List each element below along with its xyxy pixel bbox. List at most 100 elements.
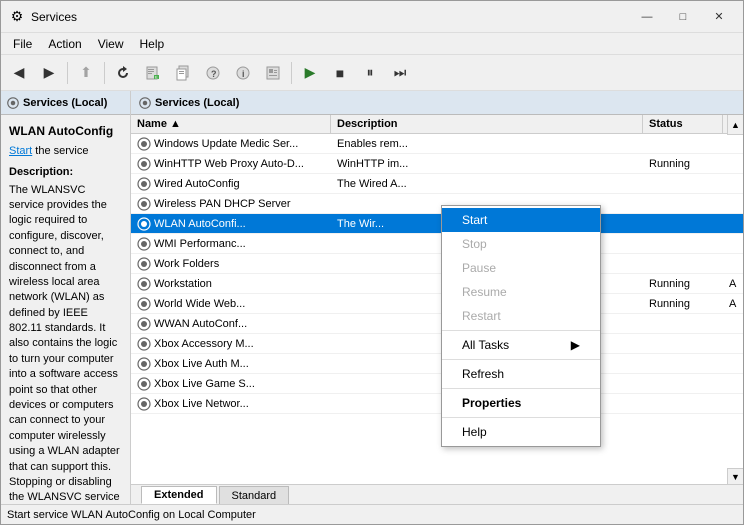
ctx-all-tasks[interactable]: All Tasks ▶ [442,333,600,357]
ctx-refresh[interactable]: Refresh [442,362,600,386]
start-link[interactable]: Start [9,145,32,157]
copy-icon [175,65,191,81]
table-row[interactable]: Xbox Live Networ... [131,394,743,414]
table-row[interactable]: Wireless PAN DHCP Server [131,194,743,214]
cell-desc: Enables rem... [331,134,643,154]
info-button[interactable]: i [229,60,257,86]
properties-button[interactable] [259,60,287,86]
table-row[interactable]: Windows Update Medic Ser... Enables rem.… [131,134,743,154]
table-row[interactable]: WMI Performanc... [131,234,743,254]
table-row[interactable]: Xbox Live Game S... [131,374,743,394]
back-button[interactable]: ◀ [5,60,33,86]
table-row[interactable]: WWAN AutoConf... [131,314,743,334]
cell-name: Xbox Live Game S... [131,374,331,394]
play-button[interactable]: ▶ [296,60,324,86]
cell-startup [723,214,743,234]
cell-status [643,314,723,334]
help-btn[interactable]: ? [199,60,227,86]
cell-startup [723,374,743,394]
ctx-restart[interactable]: Restart [442,304,600,328]
cell-startup [723,394,743,414]
col-name[interactable]: Name ▲ [131,115,331,133]
up-button[interactable]: ⬆ [72,60,100,86]
table-row[interactable]: Workstation Running A [131,274,743,294]
export-button[interactable]: E [139,60,167,86]
start-service-text: Start the service [9,144,122,159]
cell-startup: A [723,274,743,294]
menu-view[interactable]: View [90,34,132,54]
ctx-sep-1 [442,330,600,331]
cell-startup [723,174,743,194]
ctx-help[interactable]: Help [442,420,600,444]
menu-bar: File Action View Help [1,33,743,55]
cell-name: WWAN AutoConf... [131,314,331,334]
cell-status [643,334,723,354]
selected-row[interactable]: WLAN AutoConfi... The Wir... [131,214,743,234]
services-icon [7,97,19,109]
toolbar-separator-2 [104,62,105,84]
forward-button[interactable]: ▶ [35,60,63,86]
app-icon: ⚙ [9,9,25,25]
table-row[interactable]: Xbox Accessory M... [131,334,743,354]
status-text: Start service WLAN AutoConfig on Local C… [7,509,256,521]
restart-button[interactable]: ⏭ [386,60,414,86]
col-status[interactable]: Status [643,115,723,133]
table-header: Name ▲ Description Status S [131,115,743,134]
ctx-start[interactable]: Start [442,208,600,232]
cell-startup [723,194,743,214]
row-icon [137,237,151,251]
close-button[interactable]: ✕ [703,7,735,27]
services-table[interactable]: ▲ Name ▲ Description Status S Windows Up… [131,115,743,484]
cell-name: Workstation [131,274,331,294]
row-icon [137,257,151,271]
table-row[interactable]: World Wide Web... Running A [131,294,743,314]
tab-standard[interactable]: Standard [219,486,290,504]
refresh-button[interactable] [109,60,137,86]
menu-action[interactable]: Action [40,34,89,54]
table-row[interactable]: Wired AutoConfig The Wired A... [131,174,743,194]
tab-extended[interactable]: Extended [141,486,217,504]
cell-desc: WinHTTP im... [331,154,643,174]
title-bar-controls: — □ ✕ [631,7,735,27]
menu-file[interactable]: File [5,34,40,54]
table-row[interactable]: Xbox Live Auth M... [131,354,743,374]
minimize-button[interactable]: — [631,7,663,27]
cell-status [643,394,723,414]
cell-status [643,214,723,234]
cell-status: Running [643,274,723,294]
tabs-bar: Extended Standard [131,484,743,504]
cell-name: Xbox Live Auth M... [131,354,331,374]
copy-button[interactable] [169,60,197,86]
status-bar: Start service WLAN AutoConfig on Local C… [1,504,743,524]
sidebar-header-text: Services (Local) [23,97,107,109]
sidebar-header: Services (Local) [1,91,130,115]
cell-name: Xbox Accessory M... [131,334,331,354]
col-description[interactable]: Description [331,115,643,133]
pause-button[interactable]: ⏸ [356,60,384,86]
row-icon [137,297,151,311]
maximize-button[interactable]: □ [667,7,699,27]
ctx-properties[interactable]: Properties [442,391,600,415]
cell-name: Wired AutoConfig [131,174,331,194]
submenu-arrow-icon: ▶ [571,338,580,352]
table-row[interactable]: Work Folders [131,254,743,274]
row-icon [137,197,151,211]
cell-name: Xbox Live Networ... [131,394,331,414]
ctx-pause[interactable]: Pause [442,256,600,280]
sidebar-description: WLAN AutoConfig Start the service Descri… [1,115,130,504]
ctx-stop[interactable]: Stop [442,232,600,256]
cell-startup [723,154,743,174]
ctx-resume[interactable]: Resume [442,280,600,304]
scroll-up-btn[interactable]: ▲ [727,115,743,135]
stop-button[interactable]: ■ [326,60,354,86]
cell-name: Work Folders [131,254,331,274]
cell-startup [723,334,743,354]
cell-name: WinHTTP Web Proxy Auto-D... [131,154,331,174]
title-bar: ⚙ Services — □ ✕ [1,1,743,33]
cell-name: World Wide Web... [131,294,331,314]
row-icon [137,157,151,171]
menu-help[interactable]: Help [132,34,173,54]
scroll-down-btn[interactable]: ▼ [727,468,743,484]
table-row[interactable]: WinHTTP Web Proxy Auto-D... WinHTTP im..… [131,154,743,174]
cell-name: WMI Performanc... [131,234,331,254]
